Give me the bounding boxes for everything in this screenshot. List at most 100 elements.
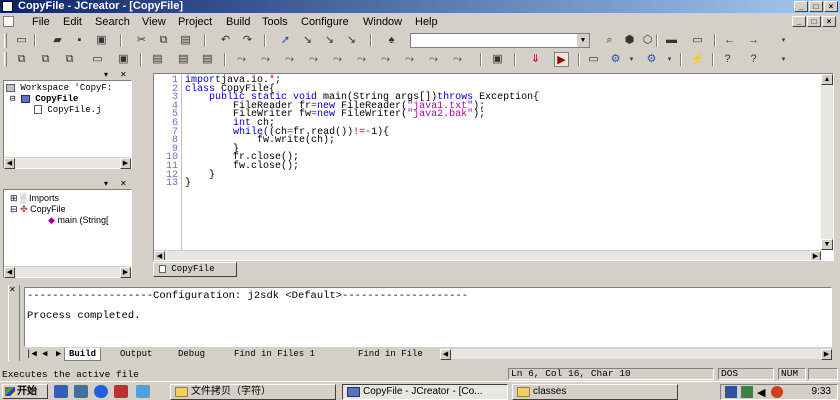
editor-vscroll[interactable]: ▲ ▼ <box>821 74 833 250</box>
paste-icon[interactable]: ▤ <box>178 33 193 48</box>
mdi-close-button[interactable]: × <box>822 16 836 27</box>
find-icon[interactable]: ♠ <box>384 33 399 48</box>
scroll-right-icon[interactable]: ▶ <box>821 349 832 360</box>
antivirus-icon[interactable] <box>771 386 783 398</box>
output-tabs-prev-icon[interactable]: ◀ <box>40 348 49 361</box>
open-icon[interactable]: ▰ <box>50 33 65 48</box>
undo-icon[interactable]: ↶ <box>218 33 233 48</box>
imports-node[interactable]: ⊞ ▒ Imports <box>10 193 59 203</box>
output-hscroll[interactable]: ◀ ▶ <box>440 348 832 360</box>
search-combo[interactable]: ▼ <box>410 33 590 48</box>
help-topics-icon[interactable]: ? <box>720 52 735 67</box>
editor-hscroll[interactable]: ◀ ▶ <box>154 250 821 260</box>
pane-close-icon[interactable]: ✕ <box>120 70 127 79</box>
outdent-icon[interactable]: ⤳ <box>258 52 273 67</box>
chevron-down-icon[interactable]: ▼ <box>577 34 589 47</box>
scroll-right-icon[interactable]: ▶ <box>810 251 821 260</box>
indent-icon[interactable]: ⤳ <box>234 52 249 67</box>
wrap-icon[interactable]: ⤳ <box>450 52 465 67</box>
menu-file[interactable]: File <box>32 15 50 29</box>
collapse-icon[interactable]: ⊟ <box>10 204 18 214</box>
document-icon[interactable] <box>3 16 14 27</box>
pane-dropdown-icon[interactable]: ▾ <box>104 70 108 79</box>
output-window-icon[interactable]: ▭ <box>90 52 105 67</box>
menu-edit[interactable]: Edit <box>63 15 82 29</box>
collapse-icon[interactable]: ⊟ <box>10 94 15 104</box>
jcreator-app-icon[interactable] <box>2 1 13 12</box>
pane-close-icon[interactable]: ✕ <box>9 285 16 294</box>
forward-arrow-icon[interactable]: → <box>746 33 761 48</box>
window-arrange-icon[interactable]: ⧉ <box>62 52 77 67</box>
menu-build[interactable]: Build <box>226 15 250 29</box>
chevron-down-icon[interactable]: ▾ <box>624 52 639 67</box>
scroll-left-icon[interactable]: ◀ <box>4 158 15 169</box>
scroll-left-icon[interactable]: ◀ <box>154 251 165 260</box>
file-node[interactable]: CopyFile.j <box>34 105 101 115</box>
build-project-icon[interactable]: ⇓ <box>528 52 543 67</box>
task-classes[interactable]: classes <box>512 384 678 400</box>
match-brace-icon[interactable]: ⤳ <box>378 52 393 67</box>
tab-icon[interactable]: ⤳ <box>402 52 417 67</box>
cut-icon[interactable]: ✂ <box>134 33 149 48</box>
output-tabs-first-icon[interactable]: |◀ <box>24 348 39 361</box>
output-grip[interactable]: ✕ <box>8 285 20 361</box>
scroll-right-icon[interactable]: ▶ <box>120 158 131 169</box>
project-node[interactable]: ⊟ CopyFile <box>10 94 78 104</box>
task-jcreator[interactable]: CopyFile - JCreator - [Co... <box>342 384 508 400</box>
prev-bookmark-icon[interactable]: ↘ <box>322 33 337 48</box>
tab-output[interactable]: Output <box>116 348 156 361</box>
volume-icon[interactable]: ◀ <box>757 386 765 399</box>
ie-browser-icon[interactable] <box>94 385 108 398</box>
minimize-button[interactable]: _ <box>794 1 808 12</box>
select-icon[interactable]: ⤳ <box>354 52 369 67</box>
start-button[interactable]: 开始 <box>2 384 48 399</box>
workspace-root[interactable]: Workspace 'CopyF: <box>6 83 112 93</box>
scroll-right-icon[interactable]: ▶ <box>120 267 131 278</box>
scroll-down-icon[interactable]: ▼ <box>821 239 833 250</box>
package-view-icon[interactable]: ▤ <box>200 52 215 67</box>
execute-file-icon[interactable]: ▶ <box>554 52 569 67</box>
expand-icon[interactable]: ⊞ <box>10 193 18 203</box>
close-button[interactable]: × <box>824 1 838 12</box>
window-tile-icon[interactable]: ⧉ <box>38 52 53 67</box>
tab-find-in-files-2[interactable]: Find in File <box>354 348 427 361</box>
replace-icon[interactable]: ⬡ <box>640 33 655 48</box>
output-tabs-next-icon[interactable]: ▶ <box>54 348 63 361</box>
toolbar-grip[interactable] <box>4 33 7 48</box>
copy-icon[interactable]: ⧉ <box>156 33 171 48</box>
scroll-left-icon[interactable]: ◀ <box>4 267 15 278</box>
clear-bookmarks-icon[interactable]: ↘ <box>344 33 359 48</box>
class-view-icon[interactable]: ▤ <box>150 52 165 67</box>
new-file-icon[interactable]: ▭ <box>14 33 29 48</box>
window-cascade-icon[interactable]: ⧉ <box>14 52 29 67</box>
chevron-down-icon[interactable]: ▾ <box>662 52 677 67</box>
menu-project[interactable]: Project <box>178 15 212 29</box>
task-folder-copy[interactable]: 文件拷贝（字符） <box>170 384 336 400</box>
input-method-icon[interactable] <box>725 386 737 398</box>
document-tab-copyfile[interactable]: CopyFile <box>153 262 237 277</box>
maximize-button[interactable]: □ <box>809 1 823 12</box>
debug-icon[interactable]: ▭ <box>586 52 601 67</box>
find-in-files-icon[interactable]: ⌕ <box>602 33 617 48</box>
network-icon[interactable] <box>741 386 753 398</box>
save-icon[interactable]: ▪ <box>72 33 87 48</box>
class-node[interactable]: ⊟ ✤ CopyFile <box>10 204 66 214</box>
back-arrow-icon[interactable]: ← <box>722 33 737 48</box>
workspace-hscroll[interactable]: ◀ ▶ <box>4 157 131 169</box>
method-node[interactable]: ◆ main (String[ <box>48 215 108 225</box>
menu-window[interactable]: Window <box>363 15 402 29</box>
tab-build[interactable]: Build <box>64 348 102 361</box>
comment-icon[interactable]: ⤳ <box>282 52 297 67</box>
clock[interactable]: 9:33 <box>812 386 831 397</box>
debug-run-icon[interactable]: ⚙ <box>608 52 623 67</box>
tab-debug[interactable]: Debug <box>174 348 209 361</box>
save-all-icon[interactable]: ▣ <box>94 33 109 48</box>
uncomment-icon[interactable]: ⤳ <box>306 52 321 67</box>
menu-help[interactable]: Help <box>415 15 438 29</box>
menu-view[interactable]: View <box>142 15 166 29</box>
find-next-icon[interactable]: ⬢ <box>622 33 637 48</box>
goto-icon[interactable]: ▬ <box>664 33 679 48</box>
file-view-icon[interactable]: ▤ <box>176 52 191 67</box>
workspace-window-icon[interactable]: ▣ <box>116 52 131 67</box>
player-quicklaunch-icon[interactable] <box>114 385 128 398</box>
